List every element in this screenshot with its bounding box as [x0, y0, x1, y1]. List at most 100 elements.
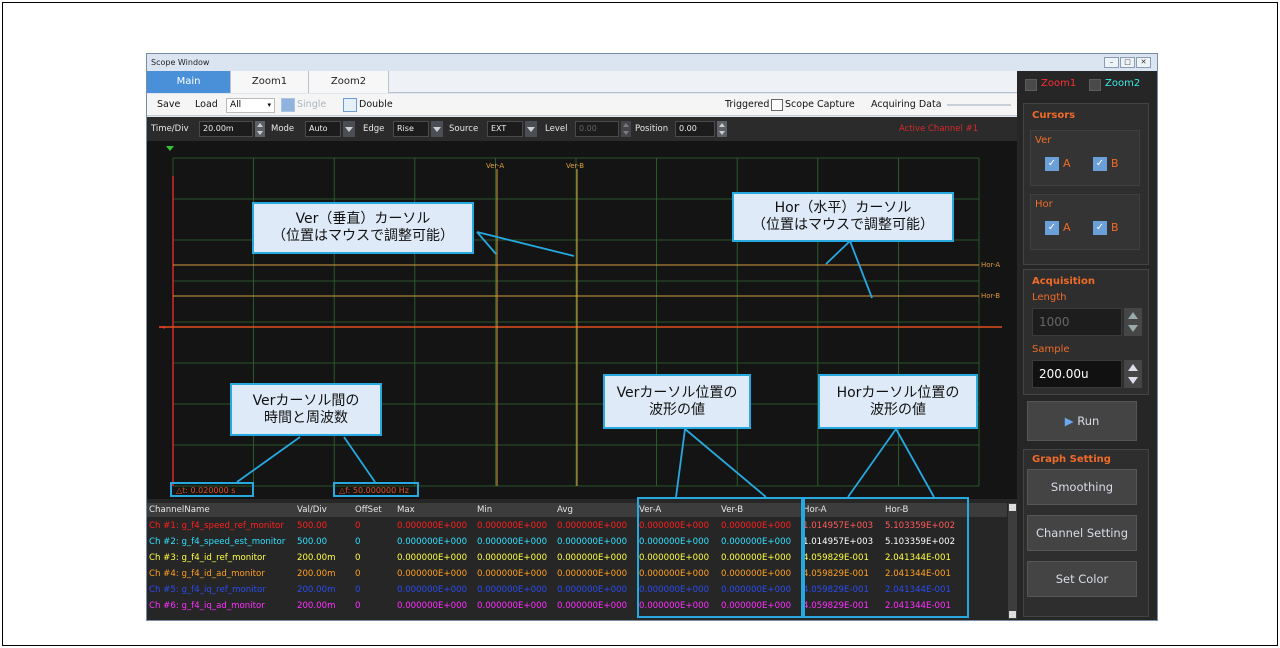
level-field[interactable]: 0.00 — [575, 121, 619, 137]
table-cell: 500.00 — [297, 521, 328, 531]
table-cell: 200.00m — [297, 569, 336, 579]
column-header[interactable]: Min — [477, 503, 555, 517]
load-button[interactable]: Load — [195, 94, 218, 116]
ver-a-checkbox[interactable]: ✓ — [1045, 157, 1059, 171]
source-label: Source — [449, 124, 479, 134]
ver-cursor-callout-line1: Ver（垂直）カーソル — [295, 211, 431, 227]
hor-values-callout-line1: Horカーソル位置の — [836, 384, 960, 401]
table-cell: 0.000000E+000 — [397, 521, 468, 531]
close-button[interactable]: ✕ — [1136, 57, 1151, 68]
table-cell: 0.000000E+000 — [477, 521, 548, 531]
table-cell: 200.00m — [297, 553, 336, 563]
tab-zoom1[interactable]: Zoom1 — [231, 71, 309, 93]
time-div-field[interactable]: 20.00m — [199, 121, 253, 137]
zoom1-label: Zoom1 — [1041, 78, 1077, 89]
length-field[interactable]: 1000 — [1032, 308, 1122, 336]
ver-label: Ver — [1035, 135, 1052, 146]
delta-t-highlight — [170, 482, 254, 497]
table-cell: 0.000000E+000 — [397, 553, 468, 563]
column-header[interactable]: Val/Div — [297, 503, 353, 517]
table-cell: Ch #1: g_f4_speed_ref_monitor — [149, 521, 284, 531]
double-label: Double — [359, 99, 393, 110]
acquisition-group: Acquisition Length 1000 Sample 200.00u — [1023, 269, 1149, 395]
double-wave-icon — [343, 97, 357, 112]
channel-level-marker: → — [159, 323, 166, 332]
table-cell: Ch #2: g_f4_speed_est_monitor — [149, 537, 286, 547]
scope-capture-button[interactable]: Scope Capture — [771, 94, 855, 116]
mode-dropdown-icon[interactable] — [343, 121, 355, 137]
sample-label: Sample — [1032, 344, 1070, 355]
position-field[interactable]: 0.00 — [675, 121, 715, 137]
source-field[interactable]: EXT — [487, 121, 523, 137]
scroll-down-icon[interactable] — [1009, 611, 1016, 618]
time-freq-callout: Verカーソル間の 時間と周波数 — [230, 383, 382, 436]
trigger-marker-icon[interactable] — [166, 146, 174, 151]
table-cell: 0.000000E+000 — [397, 585, 468, 595]
length-spinner[interactable] — [1124, 308, 1142, 336]
acquiring-status: Acquiring Data — [871, 99, 942, 110]
hor-cursor-callout: Hor（水平）カーソル （位置はマウスで調整可能） — [732, 192, 954, 242]
edge-label: Edge — [363, 124, 385, 134]
ver-cursor-box: Ver ✓ A ✓ B — [1030, 130, 1140, 186]
table-scrollbar[interactable] — [1008, 503, 1017, 619]
source-dropdown-icon[interactable] — [525, 121, 537, 137]
hor-values-callout: Horカーソル位置の 波形の値 — [818, 374, 978, 429]
set-color-button[interactable]: Set Color — [1027, 561, 1137, 597]
zoom1-checkbox[interactable] — [1025, 79, 1037, 91]
table-cell: Ch #6: g_f4_iq_ad_monitor — [149, 601, 265, 611]
acquiring-progress — [947, 104, 1011, 106]
table-cell: 0.000000E+000 — [477, 569, 548, 579]
run-label: Run — [1077, 414, 1100, 428]
table-cell: 0 — [355, 537, 361, 547]
hor-a-check-label: A — [1063, 221, 1071, 234]
table-cell: 200.00m — [297, 585, 336, 595]
tab-zoom2[interactable]: Zoom2 — [309, 71, 389, 93]
play-icon: ▶ — [1064, 414, 1074, 428]
run-button[interactable]: ▶ Run — [1027, 401, 1137, 441]
table-cell: 0.000000E+000 — [557, 553, 628, 563]
save-button[interactable]: Save — [157, 94, 180, 116]
level-spinner[interactable] — [621, 121, 631, 137]
edge-dropdown-icon[interactable] — [431, 121, 443, 137]
table-cell: 0.000000E+000 — [477, 537, 548, 547]
table-cell: 0.000000E+000 — [557, 521, 628, 531]
column-header[interactable]: Max — [397, 503, 475, 517]
hor-cursor-box: Hor ✓ A ✓ B — [1030, 194, 1140, 250]
hor-a-checkbox[interactable]: ✓ — [1045, 221, 1059, 235]
time-freq-callout-line1: Verカーソル間の — [252, 392, 360, 409]
load-select[interactable]: All ▾ — [226, 98, 275, 113]
tab-main[interactable]: Main — [147, 71, 231, 93]
table-cell: 0 — [355, 521, 361, 531]
ver-b-checkbox[interactable]: ✓ — [1093, 157, 1107, 171]
hor-b-label: Hor-B — [981, 292, 1000, 300]
hor-b-checkbox[interactable]: ✓ — [1093, 221, 1107, 235]
single-button[interactable]: Single — [281, 94, 326, 116]
single-label: Single — [297, 99, 327, 110]
time-div-spinner[interactable] — [255, 121, 265, 137]
channel-setting-button[interactable]: Channel Setting — [1027, 515, 1137, 551]
double-button[interactable]: Double — [343, 94, 393, 116]
hor-cursor-callout-line1: Hor（水平）カーソル — [774, 200, 912, 216]
scope-capture-label: Scope Capture — [785, 99, 855, 110]
time-freq-callout-line2: 時間と周波数 — [264, 409, 348, 426]
delta-f-highlight — [333, 482, 419, 497]
column-header[interactable]: ChannelName — [149, 503, 295, 517]
control-bar: Time/Div 20.00m Mode Auto Edge Rise Sour… — [147, 117, 1017, 141]
column-header[interactable]: OffSet — [355, 503, 395, 517]
column-header[interactable]: Avg — [557, 503, 637, 517]
edge-field[interactable]: Rise — [393, 121, 429, 137]
ver-b-label: Ver-B — [566, 162, 584, 170]
length-label: Length — [1032, 292, 1067, 303]
maximize-button[interactable]: □ — [1120, 57, 1135, 68]
table-cell: 0.000000E+000 — [477, 553, 548, 563]
sample-spinner[interactable] — [1124, 360, 1142, 388]
smoothing-button[interactable]: Smoothing — [1027, 469, 1137, 505]
scroll-up-icon[interactable] — [1009, 504, 1016, 511]
zoom2-checkbox[interactable] — [1089, 79, 1101, 91]
position-spinner[interactable] — [717, 121, 727, 137]
table-cell: 0 — [355, 553, 361, 563]
mode-field[interactable]: Auto — [305, 121, 341, 137]
sample-field[interactable]: 200.00u — [1032, 360, 1122, 388]
minimize-button[interactable]: – — [1104, 57, 1119, 68]
tab-bar: Main Zoom1 Zoom2 — [147, 71, 1017, 93]
